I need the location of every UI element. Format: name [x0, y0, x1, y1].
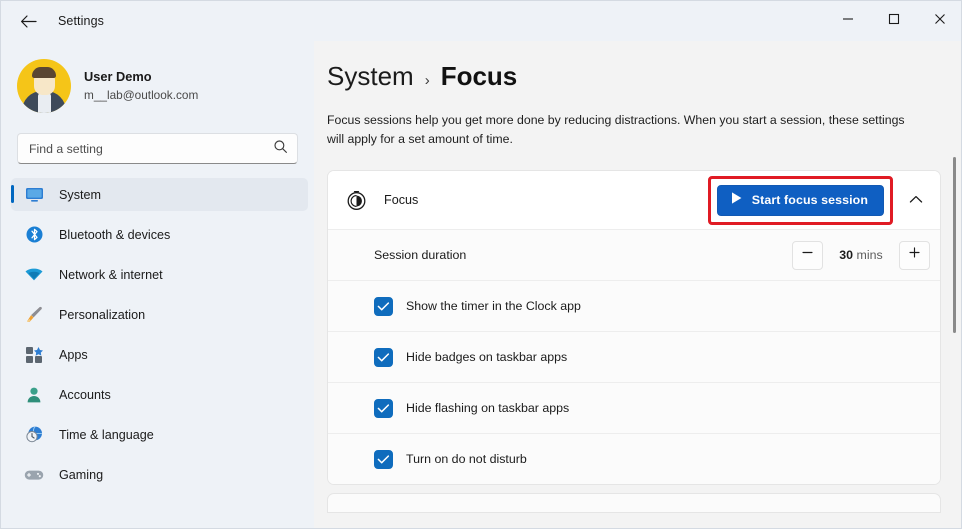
sidebar-item-time-and-language[interactable]: Time & language [11, 418, 308, 451]
sidebar-item-label: Bluetooth & devices [59, 227, 171, 242]
option-row: Show the timer in the Clock app [328, 280, 940, 332]
play-icon [730, 191, 743, 210]
start-focus-session-label: Start focus session [751, 193, 868, 208]
gamepad-icon [23, 465, 45, 485]
vertical-scrollbar[interactable] [949, 85, 961, 528]
sidebar-item-label: Accounts [59, 387, 111, 402]
option-row: Hide flashing on taskbar apps [328, 382, 940, 434]
sidebar-item-bluetooth-and-devices[interactable]: Bluetooth & devices [11, 218, 308, 251]
option-label: Show the timer in the Clock app [406, 299, 581, 314]
turn-on-do-not-disturb-checkbox[interactable]: Turn on do not disturb [374, 449, 527, 469]
session-duration-stepper: 30 mins [792, 240, 930, 270]
option-row: Hide badges on taskbar apps [328, 331, 940, 383]
search-box[interactable] [17, 133, 298, 164]
session-duration-value: 30 mins [833, 248, 889, 262]
breadcrumb: System › Focus [314, 41, 961, 92]
hide-badges-on-taskbar-apps-checkbox[interactable]: Hide badges on taskbar apps [374, 347, 568, 367]
start-focus-session-highlight: Start focus session [707, 175, 893, 225]
focus-card-collapse-toggle[interactable] [901, 185, 931, 215]
option-label: Hide badges on taskbar apps [406, 350, 568, 365]
focus-timer-icon [344, 190, 368, 211]
avatar [17, 59, 71, 113]
checkbox-checked-icon[interactable] [374, 398, 393, 418]
session-duration-row: Session duration 30 mins [328, 229, 940, 281]
session-duration-number: 30 [839, 248, 854, 263]
sidebar-item-label: Gaming [59, 467, 104, 482]
window-controls [825, 1, 961, 41]
sidebar-item-label: Time & language [59, 427, 154, 442]
checkbox-checked-icon[interactable] [374, 296, 393, 316]
close-icon [934, 12, 946, 30]
page-title: Focus [440, 61, 518, 91]
breadcrumb-separator-icon: › [424, 72, 430, 89]
page-description: Focus sessions help you get more done by… [327, 113, 905, 147]
bluetooth-icon [23, 225, 45, 245]
minimize-icon [842, 12, 854, 30]
session-duration-unit: mins [856, 248, 883, 263]
sidebar-item-personalization[interactable]: Personalization [11, 298, 308, 331]
sidebar-item-network-and-internet[interactable]: Network & internet [11, 258, 308, 291]
increment-duration-button[interactable] [899, 240, 930, 270]
clock-globe-icon [23, 425, 45, 445]
search-icon[interactable] [273, 139, 288, 159]
plus-icon [908, 246, 921, 264]
scrollbar-thumb[interactable] [953, 157, 956, 333]
chevron-up-icon [909, 191, 923, 209]
close-button[interactable] [917, 1, 961, 41]
sidebar-item-accounts[interactable]: Accounts [11, 378, 308, 411]
back-arrow-icon [20, 14, 37, 29]
sidebar-item-label: Apps [59, 347, 88, 362]
breadcrumb-root[interactable]: System [327, 61, 414, 92]
user-profile[interactable]: User Demo m__lab@outlook.com [1, 41, 314, 113]
focus-card: Focus Start focus session Session durati… [327, 170, 941, 486]
wifi-icon [23, 265, 45, 285]
sidebar-item-label: Network & internet [59, 267, 163, 282]
next-card-partial [327, 493, 941, 514]
sidebar: User Demo m__lab@outlook.com Find a sett… [1, 41, 314, 528]
sidebar-item-label: Personalization [59, 307, 146, 322]
option-row: Turn on do not disturb [328, 433, 940, 485]
option-label: Turn on do not disturb [406, 452, 527, 467]
monitor-icon [23, 185, 45, 205]
back-button[interactable] [11, 5, 45, 37]
person-icon [23, 385, 45, 405]
apps-icon [23, 345, 45, 365]
checkbox-checked-icon[interactable] [374, 347, 393, 367]
sidebar-nav: System Bluetooth & devices Network & int… [1, 178, 314, 491]
start-focus-session-button[interactable]: Start focus session [716, 184, 884, 216]
checkbox-checked-icon[interactable] [374, 449, 393, 469]
sidebar-item-label: System [59, 187, 101, 202]
title-bar: Settings [1, 1, 961, 41]
sidebar-item-apps[interactable]: Apps [11, 338, 308, 371]
show-timer-in-clock-app-checkbox[interactable]: Show the timer in the Clock app [374, 296, 581, 316]
option-label: Hide flashing on taskbar apps [406, 401, 570, 416]
maximize-icon [888, 12, 900, 30]
user-name: User Demo [84, 69, 152, 85]
content-area: System › Focus Focus sessions help you g… [314, 41, 961, 528]
sidebar-item-gaming[interactable]: Gaming [11, 458, 308, 491]
window-title: Settings [58, 14, 104, 28]
focus-card-title: Focus [384, 193, 419, 208]
paintbrush-icon [23, 305, 45, 325]
minimize-button[interactable] [825, 1, 871, 41]
settings-window: Settings User Demo m__lab@outlook.com Fi… [0, 0, 962, 529]
sidebar-item-system[interactable]: System [11, 178, 308, 211]
decrement-duration-button[interactable] [792, 240, 823, 270]
session-duration-label: Session duration [374, 248, 467, 263]
hide-flashing-on-taskbar-apps-checkbox[interactable]: Hide flashing on taskbar apps [374, 398, 570, 418]
minus-icon [801, 246, 814, 264]
user-email: m__lab@outlook.com [84, 87, 199, 102]
maximize-button[interactable] [871, 1, 917, 41]
focus-card-header: Focus Start focus session [328, 171, 940, 230]
search-input[interactable] [29, 141, 273, 156]
